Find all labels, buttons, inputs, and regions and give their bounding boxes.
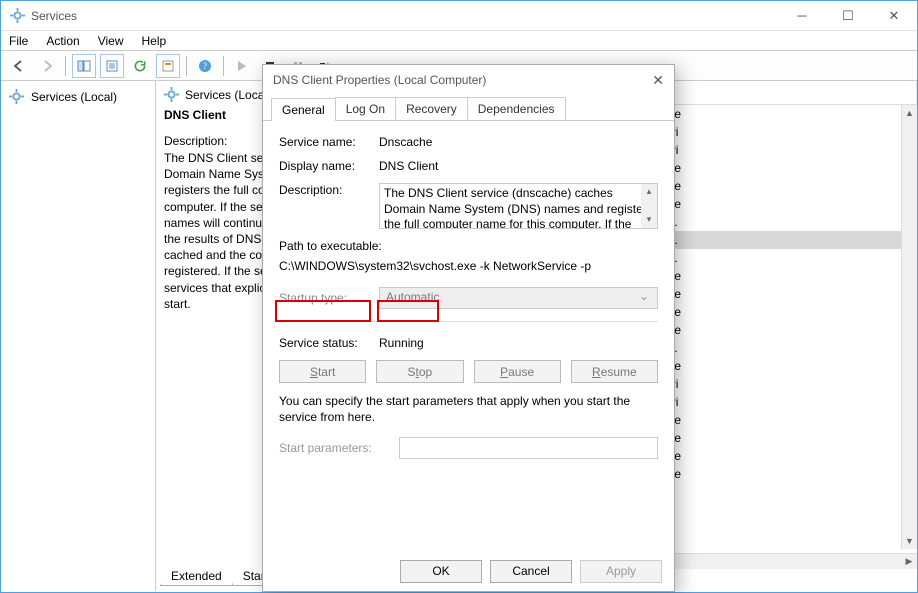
scroll-up-icon[interactable]: ▲ bbox=[902, 105, 918, 121]
menu-help[interactable]: Help bbox=[142, 34, 167, 48]
service-status-label: Service status: bbox=[279, 336, 379, 350]
startup-type-label: Startup type: bbox=[279, 291, 379, 305]
tab-general[interactable]: General bbox=[271, 98, 336, 121]
tab-extended[interactable]: Extended bbox=[160, 567, 233, 586]
export-list-button[interactable] bbox=[100, 54, 124, 78]
tab-logon[interactable]: Log On bbox=[335, 97, 396, 120]
start-params-input bbox=[399, 437, 658, 459]
startup-type-select[interactable]: Automatic bbox=[379, 287, 658, 309]
ok-button[interactable]: OK bbox=[400, 560, 482, 583]
scroll-right-icon[interactable]: ▶ bbox=[901, 554, 917, 570]
forward-button[interactable] bbox=[35, 54, 59, 78]
description-textarea[interactable]: The DNS Client service (dnscache) caches… bbox=[379, 183, 658, 229]
scroll-down-icon[interactable]: ▼ bbox=[902, 533, 918, 549]
pause-button[interactable]: Pause bbox=[474, 360, 561, 383]
app-icon bbox=[9, 8, 25, 24]
description-label: Description: bbox=[279, 183, 379, 229]
resume-button[interactable]: Resume bbox=[571, 360, 658, 383]
path-value: C:\WINDOWS\system32\svchost.exe -k Netwo… bbox=[279, 259, 658, 273]
window-titlebar: Services ─ ☐ ✕ bbox=[1, 1, 917, 31]
refresh-button[interactable] bbox=[128, 54, 152, 78]
display-name-label: Display name: bbox=[279, 159, 379, 173]
start-service-button[interactable] bbox=[230, 54, 254, 78]
minimize-button[interactable]: ─ bbox=[779, 1, 825, 31]
dialog-title: DNS Client Properties (Local Computer) bbox=[273, 73, 486, 87]
menu-file[interactable]: File bbox=[9, 34, 28, 48]
start-params-label: Start parameters: bbox=[279, 441, 389, 455]
gear-icon bbox=[9, 89, 25, 105]
apply-button[interactable]: Apply bbox=[580, 560, 662, 583]
cancel-button[interactable]: Cancel bbox=[490, 560, 572, 583]
path-label: Path to executable: bbox=[279, 239, 658, 253]
help-button[interactable]: ? bbox=[193, 54, 217, 78]
start-button[interactable]: Start bbox=[279, 360, 366, 383]
pane-heading: Services (Local) bbox=[185, 88, 271, 102]
tab-recovery[interactable]: Recovery bbox=[395, 97, 468, 120]
tree-item-label: Services (Local) bbox=[31, 90, 117, 104]
service-name-value: Dnscache bbox=[379, 135, 658, 149]
vertical-scrollbar[interactable]: ▲ ▼ bbox=[901, 105, 917, 549]
display-name-value: DNS Client bbox=[379, 159, 658, 173]
back-button[interactable] bbox=[7, 54, 31, 78]
start-params-info: You can specify the start parameters tha… bbox=[279, 393, 658, 425]
stop-button[interactable]: Stop bbox=[376, 360, 463, 383]
maximize-button[interactable]: ☐ bbox=[825, 1, 871, 31]
dialog-close-button[interactable]: ✕ bbox=[652, 72, 664, 89]
service-status-value: Running bbox=[379, 336, 658, 350]
window-title: Services bbox=[31, 9, 77, 23]
close-button[interactable]: ✕ bbox=[871, 1, 917, 31]
tree-item-services-local[interactable]: Services (Local) bbox=[7, 87, 149, 107]
gear-icon bbox=[164, 87, 179, 102]
tab-dependencies[interactable]: Dependencies bbox=[467, 97, 566, 120]
properties-dialog: DNS Client Properties (Local Computer) ✕… bbox=[262, 64, 675, 592]
textarea-scrollbar[interactable]: ▴▾ bbox=[641, 184, 657, 228]
svg-text:?: ? bbox=[203, 61, 207, 71]
menu-action[interactable]: Action bbox=[46, 34, 79, 48]
tree-pane: Services (Local) bbox=[1, 81, 156, 591]
menubar: File Action View Help bbox=[1, 31, 917, 51]
properties-button[interactable] bbox=[156, 54, 180, 78]
menu-view[interactable]: View bbox=[98, 34, 124, 48]
show-hide-tree-button[interactable] bbox=[72, 54, 96, 78]
service-name-label: Service name: bbox=[279, 135, 379, 149]
dialog-tabs: General Log On Recovery Dependencies bbox=[263, 95, 674, 121]
